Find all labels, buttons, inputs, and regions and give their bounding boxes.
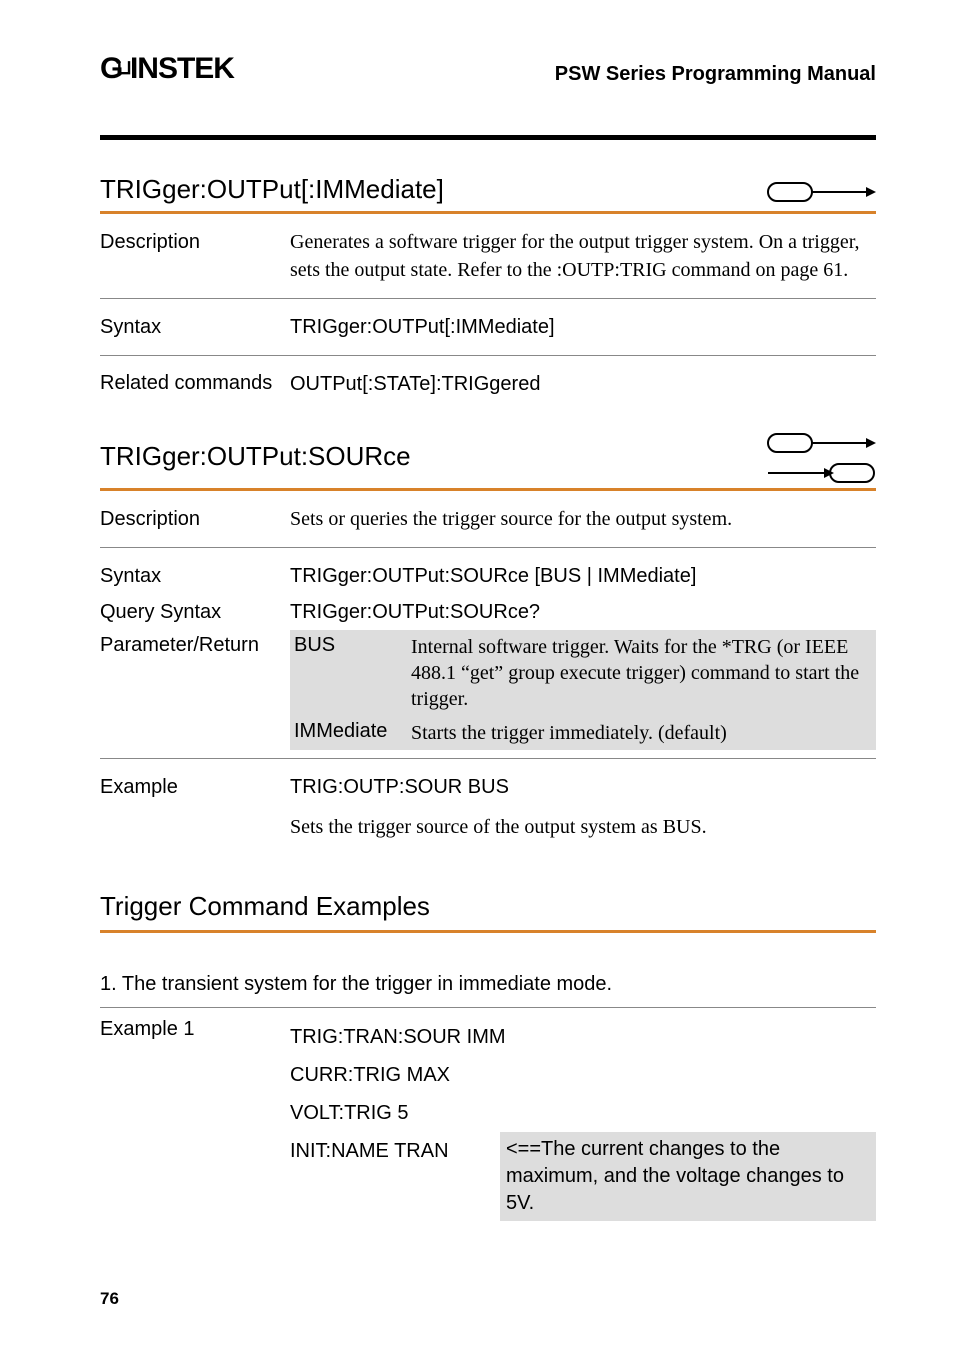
section2-heading: TRIGger:OUTPut:SOURce [100,441,411,476]
param-immediate-key: IMMediate [290,716,405,750]
param-immediate-val: Starts the trigger immediately. (default… [405,716,876,750]
description-label: Description [100,505,290,533]
query-syntax-text: TRIGger:OUTPut:SOURce? [290,598,876,626]
command-line: TRIG:TRAN:SOUR IMM [290,1018,876,1056]
syntax-text: TRIGger:OUTPut:SOURce [BUS | IMMediate] [290,562,876,590]
section2-syntax-row: Syntax TRIGger:OUTPut:SOURce [BUS | IMMe… [100,548,876,594]
related-text: OUTPut[:STATe]:TRIGgered [290,370,876,398]
set-query-icon [766,430,876,486]
section3-heading: Trigger Command Examples [100,891,876,928]
parameter-label: Parameter/Return [100,630,290,750]
description-text: Sets or queries the trigger source for t… [290,505,876,533]
example1-commands: TRIG:TRAN:SOUR IMM CURR:TRIG MAX VOLT:TR… [290,1018,876,1221]
page-header: G⊔INSTEK PSW Series Programming Manual [100,52,876,89]
section2-qsyntax-row: Query Syntax TRIGger:OUTPut:SOURce? [100,594,876,630]
syntax-text: TRIGger:OUTPut[:IMMediate] [290,313,876,341]
example-label: Example [100,773,290,841]
description-text: Generates a software trigger for the out… [290,228,876,284]
command-line: CURR:TRIG MAX [290,1056,876,1094]
command-annotation: <==The current changes to the maximum, a… [500,1132,876,1221]
section1-related-row: Related commands OUTPut[:STATe]:TRIGgere… [100,356,876,412]
set-icon [766,179,876,205]
related-label: Related commands [100,370,290,398]
section1-heading-row: TRIGger:OUTPut[:IMMediate] [100,174,876,209]
example-note: Sets the trigger source of the output sy… [290,813,876,841]
example-list-item: 1. The transient system for the trigger … [100,955,876,1008]
description-label: Description [100,228,290,284]
example1-block: Example 1 TRIG:TRAN:SOUR IMM CURR:TRIG M… [100,1008,876,1221]
command-line: VOLT:TRIG 5 [290,1094,876,1132]
example1-label: Example 1 [100,1018,290,1221]
command-line-with-note: INIT:NAME TRAN <==The current changes to… [290,1132,876,1221]
manual-title: PSW Series Programming Manual [555,63,876,86]
section1-heading: TRIGger:OUTPut[:IMMediate] [100,174,444,209]
section1-description-row: Description Generates a software trigger… [100,214,876,299]
section2-param-row: Parameter/Return BUS Internal software t… [100,630,876,759]
command-text: INIT:NAME TRAN [290,1132,500,1170]
section1-syntax-row: Syntax TRIGger:OUTPut[:IMMediate] [100,299,876,356]
brand-logo: G⊔INSTEK [100,52,234,86]
syntax-label: Syntax [100,313,290,341]
query-syntax-label: Query Syntax [100,598,290,626]
syntax-label: Syntax [100,562,290,590]
param-bus-val: Internal software trigger. Waits for the… [405,630,876,716]
page-number: 76 [100,1289,119,1309]
param-bus-key: BUS [290,630,405,716]
section2-heading-row: TRIGger:OUTPut:SOURce [100,430,876,486]
section2-example-row: Example TRIG:OUTP:SOUR BUS Sets the trig… [100,759,876,855]
example-command: TRIG:OUTP:SOUR BUS [290,773,876,801]
section2-description-row: Description Sets or queries the trigger … [100,491,876,548]
example-block: TRIG:OUTP:SOUR BUS Sets the trigger sour… [290,773,876,841]
